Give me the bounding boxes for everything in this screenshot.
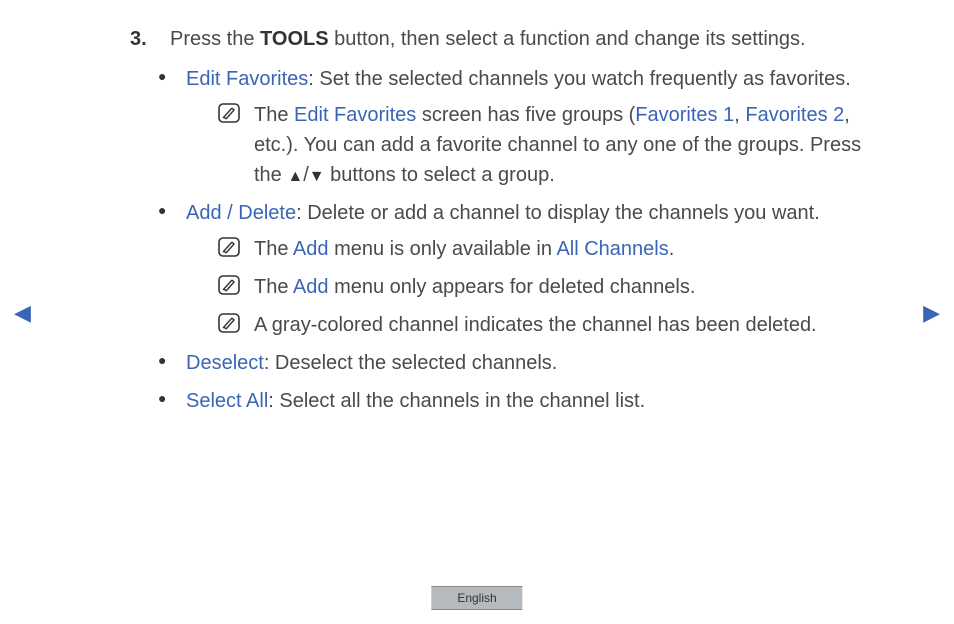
t: screen has five groups ( [416,104,635,126]
triangle-down-icon: ▼ [309,168,325,185]
t: The [254,238,293,260]
t: A gray-colored channel indicates the cha… [254,314,817,336]
note-add-3: A gray-colored channel indicates the cha… [218,310,884,340]
add-delete-notes: The Add menu is only available in All Ch… [218,234,884,340]
note-icon [218,237,240,257]
t: , [734,104,745,126]
link-edit-favorites: Edit Favorites [294,104,416,126]
step-text: Press the TOOLS button, then select a fu… [170,24,884,54]
t: buttons to select a group. [325,164,555,186]
nav-prev-button[interactable]: ◀ [14,296,31,329]
link-favorites-2: Favorites 2 [745,104,844,126]
deselect-desc: : Deselect the selected channels. [264,352,558,374]
note-icon [218,275,240,295]
note-icon [218,313,240,333]
t: The [254,276,293,298]
item-deselect: Deselect: Deselect the selected channels… [158,348,884,378]
step-row: 3. Press the TOOLS button, then select a… [130,24,884,54]
note-edit-fav-1: The Edit Favorites screen has five group… [218,100,884,190]
step-text-before: Press the [170,28,260,50]
deselect-label: Deselect [186,352,264,374]
edit-favorites-label: Edit Favorites [186,68,308,90]
edit-favorites-notes: The Edit Favorites screen has five group… [218,100,884,190]
step-number: 3. [130,24,147,54]
triangle-up-icon: ▲ [287,168,303,185]
t: menu is only available in [329,238,557,260]
item-add-delete: Add / Delete: Delete or add a channel to… [158,198,884,340]
select-all-label: Select All [186,390,268,412]
link-add-2: Add [293,276,329,298]
tools-label: TOOLS [260,28,329,50]
t: . [669,238,675,260]
select-all-desc: : Select all the channels in the channel… [268,390,645,412]
note-icon [218,103,240,123]
function-list: Edit Favorites: Set the selected channel… [158,64,884,416]
item-select-all: Select All: Select all the channels in t… [158,386,884,416]
step-text-after: button, then select a function and chang… [329,28,806,50]
add-delete-desc: : Delete or add a channel to display the… [296,202,820,224]
t: The [254,104,294,126]
page-content: 3. Press the TOOLS button, then select a… [0,0,954,416]
item-edit-favorites: Edit Favorites: Set the selected channel… [158,64,884,190]
language-badge: English [431,586,522,610]
add-delete-label: Add / Delete [186,202,296,224]
link-all-channels: All Channels [556,238,668,260]
edit-favorites-desc: : Set the selected channels you watch fr… [308,68,851,90]
link-add: Add [293,238,329,260]
nav-next-button[interactable]: ▶ [923,296,940,329]
link-favorites-1: Favorites 1 [635,104,734,126]
note-add-1: The Add menu is only available in All Ch… [218,234,884,264]
t: menu only appears for deleted channels. [329,276,696,298]
note-add-2: The Add menu only appears for deleted ch… [218,272,884,302]
